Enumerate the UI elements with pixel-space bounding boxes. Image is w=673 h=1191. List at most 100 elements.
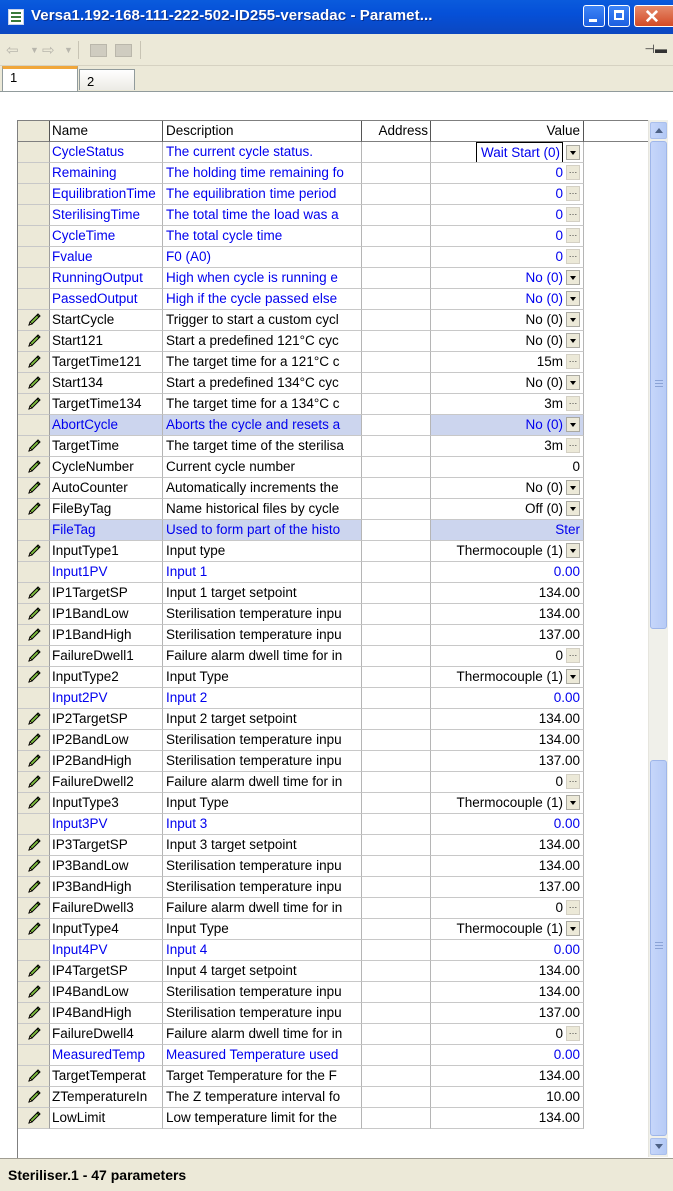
pin-icon[interactable]: ⊣▬ [645, 42, 667, 56]
parameter-row[interactable]: Start121 Start a predefined 121°C cyc No (… [18, 331, 648, 352]
parameter-value[interactable]: 134.00 [431, 856, 584, 877]
ellipsis-button[interactable]: … [566, 899, 580, 915]
parameter-row[interactable]: IP4TargetSP Input 4 target setpoint 134.00 [18, 961, 648, 982]
parameter-row[interactable]: Input1PV Input 1 0.00 [18, 562, 648, 583]
parameter-value[interactable]: 134.00 [431, 709, 584, 730]
parameter-value[interactable]: 0… [431, 646, 584, 667]
parameter-row[interactable]: TargetTime134 The target time for a 134°C… [18, 394, 648, 415]
parameter-name[interactable]: FailureDwell4 [50, 1024, 163, 1045]
scroll-down-button[interactable] [650, 1138, 667, 1155]
parameter-name[interactable]: IP4BandHigh [50, 1003, 163, 1024]
parameter-name[interactable]: InputType1 [50, 541, 163, 562]
chevron-down-icon[interactable] [566, 269, 580, 285]
column-header-address[interactable]: Address [362, 121, 431, 142]
parameter-value[interactable]: 15m… [431, 352, 584, 373]
ellipsis-button[interactable]: … [566, 437, 580, 453]
parameter-row[interactable]: IP3BandLow Sterilisation temperature inpu… [18, 856, 648, 877]
parameter-value[interactable]: 3m… [431, 394, 584, 415]
parameter-value[interactable]: No (0) [431, 289, 584, 310]
parameter-value[interactable]: 0.00 [431, 814, 584, 835]
parameter-name[interactable]: Start134 [50, 373, 163, 394]
parameter-value[interactable]: Thermocouple (1) [431, 793, 584, 814]
parameter-row[interactable]: TargetTime The target time of the sterili… [18, 436, 648, 457]
ellipsis-button[interactable]: … [566, 1025, 580, 1041]
parameter-name[interactable]: InputType3 [50, 793, 163, 814]
parameter-row[interactable]: FileTag Used to form part of the histo Ste… [18, 520, 648, 541]
ellipsis-button[interactable]: … [566, 227, 580, 243]
parameter-name[interactable]: IP2TargetSP [50, 709, 163, 730]
parameter-value[interactable]: Thermocouple (1) [431, 919, 584, 940]
parameter-name[interactable]: Input3PV [50, 814, 163, 835]
scroll-thumb[interactable] [650, 141, 667, 629]
parameter-row[interactable]: LowLimit Low temperature limit for the 134… [18, 1108, 648, 1129]
parameter-value[interactable]: No (0) [431, 415, 584, 436]
parameter-value[interactable]: 134.00 [431, 604, 584, 625]
chevron-down-icon[interactable] [566, 794, 580, 810]
parameter-row[interactable]: InputType3 Input Type Thermocouple (1) [18, 793, 648, 814]
parameter-name[interactable]: TargetTime [50, 436, 163, 457]
parameter-row[interactable]: IP4BandHigh Sterilisation temperature inp… [18, 1003, 648, 1024]
tab-2[interactable]: 2 [79, 69, 135, 90]
parameter-value[interactable]: 0… [431, 247, 584, 268]
parameter-row[interactable]: FileByTag Name historical files by cycle O… [18, 499, 648, 520]
parameter-name[interactable]: Start121 [50, 331, 163, 352]
parameter-row[interactable]: FailureDwell4 Failure alarm dwell time fo… [18, 1024, 648, 1045]
parameter-row[interactable]: IP2BandLow Sterilisation temperature inpu… [18, 730, 648, 751]
parameter-value[interactable]: No (0) [431, 331, 584, 352]
parameter-name[interactable]: InputType2 [50, 667, 163, 688]
chevron-down-icon[interactable] [566, 311, 580, 327]
parameter-row[interactable]: MeasuredTemp Measured Temperature used 0.0… [18, 1045, 648, 1066]
column-header-value[interactable]: Value [431, 121, 584, 142]
parameter-name[interactable]: InputType4 [50, 919, 163, 940]
chevron-down-icon[interactable] [566, 374, 580, 390]
maximize-button[interactable] [608, 5, 630, 27]
chevron-down-icon[interactable] [566, 332, 580, 348]
parameter-name[interactable]: FailureDwell3 [50, 898, 163, 919]
parameter-value[interactable]: 0.00 [431, 688, 584, 709]
ellipsis-button[interactable]: … [566, 647, 580, 663]
parameter-row[interactable]: Remaining The holding time remaining fo 0… [18, 163, 648, 184]
parameter-name[interactable]: SterilisingTime [50, 205, 163, 226]
parameter-name[interactable]: TargetTime134 [50, 394, 163, 415]
parameter-value[interactable]: 0… [431, 1024, 584, 1045]
parameter-name[interactable]: Remaining [50, 163, 163, 184]
ellipsis-button[interactable]: … [566, 185, 580, 201]
parameter-name[interactable]: IP2BandLow [50, 730, 163, 751]
parameter-row[interactable]: IP1BandLow Sterilisation temperature inpu… [18, 604, 648, 625]
parameter-value[interactable]: 134.00 [431, 835, 584, 856]
parameter-row[interactable]: IP3BandHigh Sterilisation temperature inp… [18, 877, 648, 898]
parameter-name[interactable]: CycleTime [50, 226, 163, 247]
parameter-row[interactable]: Fvalue F0 (A0) 0… [18, 247, 648, 268]
parameter-value[interactable]: 0.00 [431, 1045, 584, 1066]
parameter-value[interactable]: No (0) [431, 268, 584, 289]
parameter-row[interactable]: Input3PV Input 3 0.00 [18, 814, 648, 835]
parameter-name[interactable]: IP4TargetSP [50, 961, 163, 982]
chevron-down-icon[interactable] [566, 416, 580, 432]
parameter-name[interactable]: PassedOutput [50, 289, 163, 310]
title-bar[interactable]: Versa1.192-168-111-222-502-ID255-versada… [0, 0, 673, 34]
parameter-name[interactable]: FileTag [50, 520, 163, 541]
parameter-value[interactable]: 134.00 [431, 1066, 584, 1087]
parameter-row[interactable]: IP4BandLow Sterilisation temperature inpu… [18, 982, 648, 1003]
parameter-value[interactable]: Off (0) [431, 499, 584, 520]
parameter-row[interactable]: ZTemperatureIn The Z temperature interval… [18, 1087, 648, 1108]
parameter-value[interactable]: No (0) [431, 478, 584, 499]
parameter-row[interactable]: SterilisingTime The total time the load w… [18, 205, 648, 226]
parameter-row[interactable]: CycleNumber Current cycle number 0 [18, 457, 648, 478]
parameter-row[interactable]: IP1BandHigh Sterilisation temperature inp… [18, 625, 648, 646]
chevron-down-icon[interactable] [566, 290, 580, 306]
parameter-name[interactable]: IP1BandLow [50, 604, 163, 625]
chevron-down-icon[interactable] [566, 920, 580, 936]
parameter-row[interactable]: EquilibrationTime The equilibration time … [18, 184, 648, 205]
ellipsis-button[interactable]: … [566, 248, 580, 264]
parameter-row[interactable]: FailureDwell1 Failure alarm dwell time fo… [18, 646, 648, 667]
ellipsis-button[interactable]: … [566, 773, 580, 789]
parameter-name[interactable]: LowLimit [50, 1108, 163, 1129]
parameter-value[interactable]: No (0) [431, 373, 584, 394]
parameter-value[interactable]: 137.00 [431, 625, 584, 646]
parameter-row[interactable]: RunningOutput High when cycle is running … [18, 268, 648, 289]
parameter-name[interactable]: CycleStatus [50, 142, 163, 163]
parameter-row[interactable]: CycleStatus The current cycle status. Wait… [18, 142, 648, 163]
parameter-value[interactable]: 134.00 [431, 961, 584, 982]
parameter-name[interactable]: FailureDwell1 [50, 646, 163, 667]
